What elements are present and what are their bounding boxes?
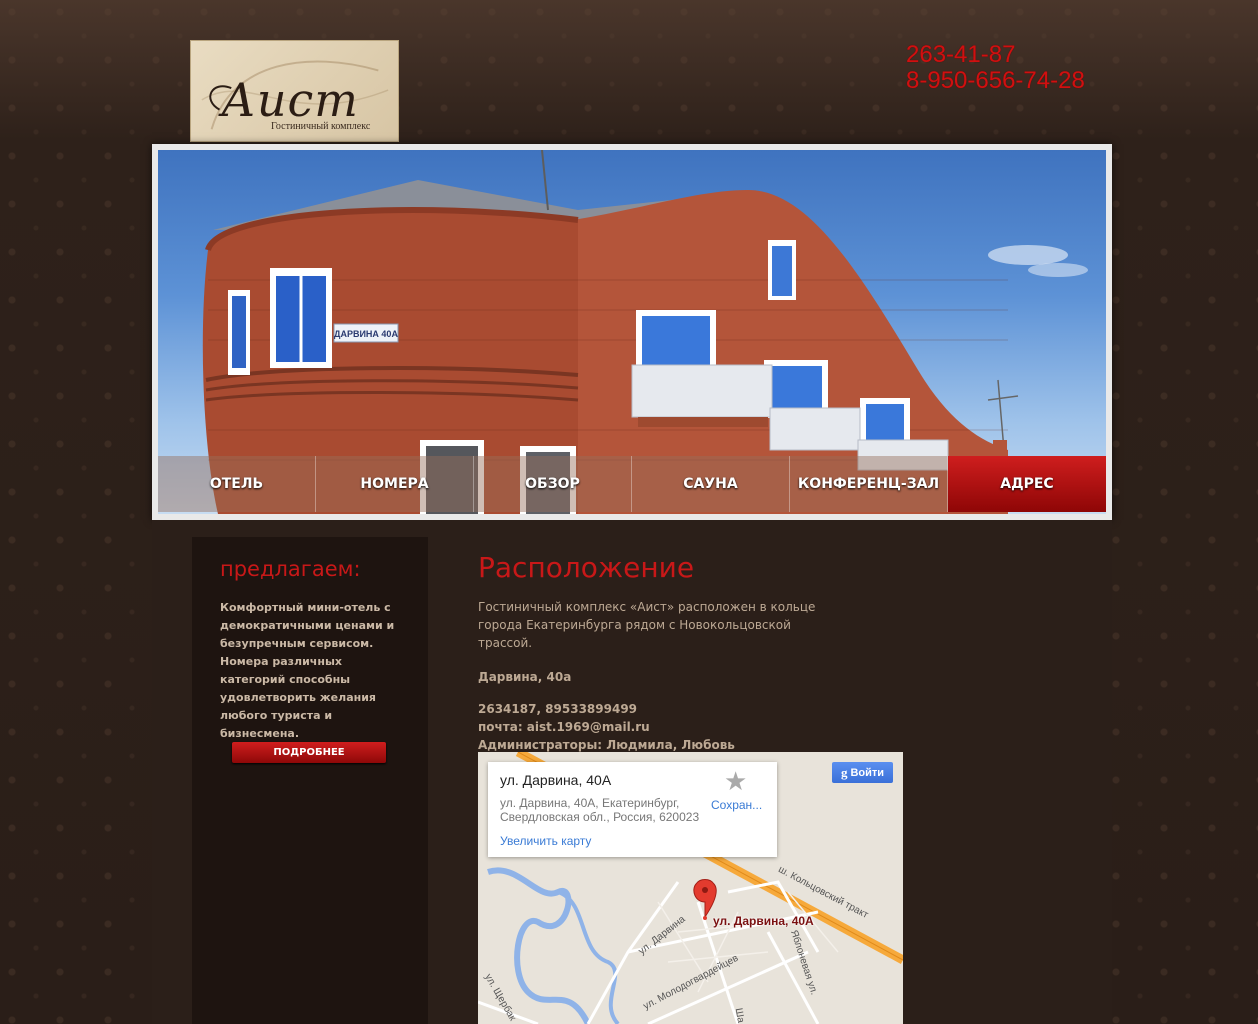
hero-frame: ДАРВИНА 40А ОТЕЛЬ НОМЕРА ОБЗОР САУНА КОН… <box>152 144 1112 520</box>
main-nav: ОТЕЛЬ НОМЕРА ОБЗОР САУНА КОНФЕРЕНЦ-ЗАЛ А… <box>158 456 1106 512</box>
map-marker-icon[interactable] <box>693 879 717 919</box>
signin-label: Войти <box>850 766 885 779</box>
sidebar-text: Комфортный мини-отель с демократичными ц… <box>220 601 395 740</box>
header-phones: 263-41-87 8-950-656-74-28 <box>906 42 1085 94</box>
more-button[interactable]: ПОДРОБНЕЕ <box>232 742 386 763</box>
nav-item-address[interactable]: АДРЕС <box>948 456 1106 512</box>
address-text: Дарвина, 40а <box>478 670 572 684</box>
logo-name: Аист <box>221 73 359 127</box>
star-icon[interactable]: ★ <box>724 766 747 797</box>
nav-item-sauna[interactable]: САУНА <box>632 456 790 512</box>
intro-text: Гостиничный комплекс «Аист» расположен в… <box>478 600 816 650</box>
nav-item-overview[interactable]: ОБЗОР <box>474 456 632 512</box>
nav-item-hotel[interactable]: ОТЕЛЬ <box>158 456 316 512</box>
enlarge-map-link[interactable]: Увеличить карту <box>500 834 591 848</box>
nav-item-conference[interactable]: КОНФЕРЕНЦ-ЗАЛ <box>790 456 948 512</box>
sidebar: предлагаем: Комфортный мини-отель с демо… <box>192 537 428 1024</box>
save-link[interactable]: Сохран... <box>711 798 762 812</box>
street-sign: ДАРВИНА 40А <box>334 329 398 339</box>
marker-label: ул. Дарвина, 40А <box>713 914 814 928</box>
sidebar-title: предлагаем: <box>220 557 361 581</box>
google-plus-icon: g <box>840 764 848 780</box>
hero-image: ДАРВИНА 40А ОТЕЛЬ НОМЕРА ОБЗОР САУНА КОН… <box>158 150 1106 514</box>
main-content: Расположение Гостиничный комплекс «Аист»… <box>478 550 1038 754</box>
info-card-address-line: Свердловская обл., Россия, 620023 <box>500 810 700 824</box>
page-title: Расположение <box>478 551 695 584</box>
location-map[interactable]: ш. Кольцовский тракт ул. Дарвина ул. Мол… <box>478 752 903 1024</box>
site-logo[interactable]: Аист Гостиничный комплекс <box>190 40 399 142</box>
contact-phones: 2634187, 89533899499 <box>478 702 638 716</box>
phone-number: 8-950-656-74-28 <box>906 67 1085 94</box>
contacts-block: 2634187, 89533899499 почта: aist.1969@ma… <box>478 700 1038 754</box>
info-card-address: ул. Дарвина, 40А, Екатеринбург, Свердлов… <box>500 796 710 824</box>
contact-email[interactable]: почта: aist.1969@mail.ru <box>478 718 1038 736</box>
content-area: предлагаем: Комфортный мини-отель с демо… <box>152 520 1112 1024</box>
map-signin-button[interactable]: g Войти <box>832 762 893 783</box>
phone-number: 263-41-87 <box>906 41 1016 68</box>
nav-item-rooms[interactable]: НОМЕРА <box>316 456 474 512</box>
logo-subtitle: Гостиничный комплекс <box>271 121 371 132</box>
info-card-address-line: ул. Дарвина, 40А, Екатеринбург, <box>500 796 680 810</box>
info-card-title: ул. Дарвина, 40А <box>500 772 612 788</box>
street-label: Ша <box>732 1007 747 1024</box>
map-info-card: ул. Дарвина, 40А ул. Дарвина, 40А, Екате… <box>488 762 777 857</box>
